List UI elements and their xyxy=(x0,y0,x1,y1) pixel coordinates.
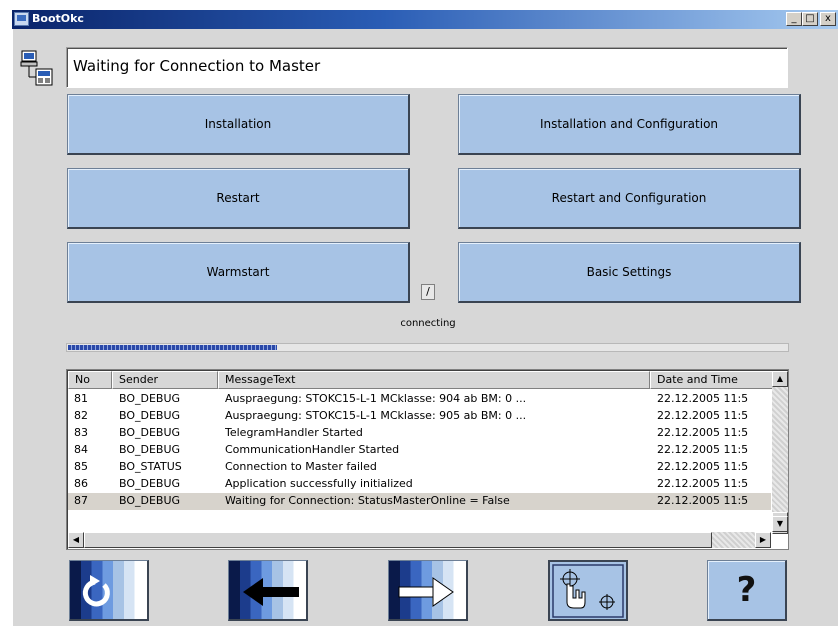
column-header-no[interactable]: No xyxy=(68,371,112,389)
cell-sender: BO_DEBUG xyxy=(119,392,181,405)
touch-calibration-button[interactable] xyxy=(548,560,628,621)
cell-messagetext: Waiting for Connection: StatusMasterOnli… xyxy=(225,494,510,507)
cell-no: 81 xyxy=(74,392,88,405)
connection-status-label: connecting xyxy=(400,318,456,329)
cell-messagetext: Application successfully initialized xyxy=(225,477,413,490)
column-header-date-time[interactable]: Date and Time xyxy=(650,371,775,389)
cell-messagetext: TelegramHandler Started xyxy=(225,426,363,439)
cell-date-time: 22.12.2005 11:5 xyxy=(657,477,749,490)
busy-spinner: / xyxy=(421,284,435,300)
table-row[interactable]: 81 BO_DEBUG Auspraegung: STOKC15-L-1 MCkla… xyxy=(68,391,771,408)
cell-no: 87 xyxy=(74,494,88,507)
minimize-button[interactable]: _ xyxy=(786,12,802,26)
scroll-right-button[interactable]: ▶ xyxy=(755,532,771,548)
cell-sender: BO_DEBUG xyxy=(119,443,181,456)
progress-bar xyxy=(66,343,789,352)
cell-no: 82 xyxy=(74,409,88,422)
cell-messagetext: Auspraegung: STOKC15-L-1 MCklasse: 905 a… xyxy=(225,409,527,422)
horizontal-scroll-thumb[interactable] xyxy=(84,532,712,548)
table-row[interactable]: 82 BO_DEBUG Auspraegung: STOKC15-L-1 MCkla… xyxy=(68,408,771,425)
refresh-icon xyxy=(82,575,110,607)
basic-settings-button[interactable]: Basic Settings xyxy=(458,242,801,303)
cell-sender: BO_STATUS xyxy=(119,460,182,473)
status-message-field: Waiting for Connection to Master xyxy=(66,47,788,88)
warmstart-button[interactable]: Warmstart xyxy=(67,242,410,303)
main-window: Waiting for Connection to Master Install… xyxy=(12,29,838,626)
maximize-button[interactable]: □ xyxy=(802,12,818,26)
horizontal-scrollbar[interactable]: ◀ ▶ xyxy=(68,532,771,548)
app-icon xyxy=(14,12,29,26)
column-header-messagetext[interactable]: MessageText xyxy=(218,371,650,389)
column-header-sender[interactable]: Sender xyxy=(112,371,218,389)
forward-button[interactable] xyxy=(388,560,468,621)
cell-date-time: 22.12.2005 11:5 xyxy=(657,494,749,507)
vertical-scrollbar[interactable]: ▲ ▼ xyxy=(772,371,788,534)
cell-sender: BO_DEBUG xyxy=(119,426,181,439)
restart-button[interactable]: Restart xyxy=(67,168,410,229)
scroll-down-button[interactable]: ▼ xyxy=(772,516,788,532)
title-bar: BootOkc _ □ x xyxy=(12,10,838,29)
cell-no: 85 xyxy=(74,460,88,473)
cell-messagetext: CommunicationHandler Started xyxy=(225,443,400,456)
cell-date-time: 22.12.2005 11:5 xyxy=(657,443,749,456)
table-row[interactable]: 84 BO_DEBUG CommunicationHandler Started 22… xyxy=(68,442,771,459)
message-log-list[interactable]: No Sender MessageText Date and Time 81 BO… xyxy=(66,369,789,550)
installation-configuration-button[interactable]: Installation and Configuration xyxy=(458,94,801,155)
cell-date-time: 22.12.2005 11:5 xyxy=(657,409,749,422)
computer-network-icon xyxy=(20,47,54,87)
installation-button[interactable]: Installation xyxy=(67,94,410,155)
cell-messagetext: Auspraegung: STOKC15-L-1 MCklasse: 904 a… xyxy=(225,392,527,405)
cell-date-time: 22.12.2005 11:5 xyxy=(657,426,749,439)
progress-fill xyxy=(68,345,277,350)
table-row[interactable]: 86 BO_DEBUG Application successfully initi… xyxy=(68,476,771,493)
cell-date-time: 22.12.2005 11:5 xyxy=(657,392,749,405)
cell-no: 83 xyxy=(74,426,88,439)
table-row[interactable]: 83 BO_DEBUG TelegramHandler Started 22.12.2… xyxy=(68,425,771,442)
back-button[interactable] xyxy=(228,560,308,621)
cell-sender: BO_DEBUG xyxy=(119,477,181,490)
list-rows: 81 BO_DEBUG Auspraegung: STOKC15-L-1 MCkla… xyxy=(68,391,771,510)
touch-target-icon xyxy=(552,564,624,618)
scroll-left-button[interactable]: ◀ xyxy=(68,532,84,548)
refresh-button[interactable] xyxy=(69,560,149,621)
close-button[interactable]: x xyxy=(820,12,836,26)
cell-date-time: 22.12.2005 11:5 xyxy=(657,460,749,473)
table-row[interactable]: 87 BO_DEBUG Waiting for Connection: Status… xyxy=(68,493,771,510)
cell-no: 86 xyxy=(74,477,88,490)
scroll-up-button[interactable]: ▲ xyxy=(772,371,788,387)
window-title: BootOkc xyxy=(32,12,84,25)
cell-no: 84 xyxy=(74,443,88,456)
help-button[interactable]: ? xyxy=(707,560,787,621)
cell-messagetext: Connection to Master failed xyxy=(225,460,377,473)
arrow-right-icon xyxy=(398,577,454,607)
list-header: No Sender MessageText Date and Time xyxy=(68,371,775,389)
table-row[interactable]: 85 BO_STATUS Connection to Master failed 22… xyxy=(68,459,771,476)
cell-sender: BO_DEBUG xyxy=(119,494,181,507)
cell-sender: BO_DEBUG xyxy=(119,409,181,422)
restart-configuration-button[interactable]: Restart and Configuration xyxy=(458,168,801,229)
help-icon: ? xyxy=(736,570,757,610)
arrow-left-icon xyxy=(243,578,299,606)
